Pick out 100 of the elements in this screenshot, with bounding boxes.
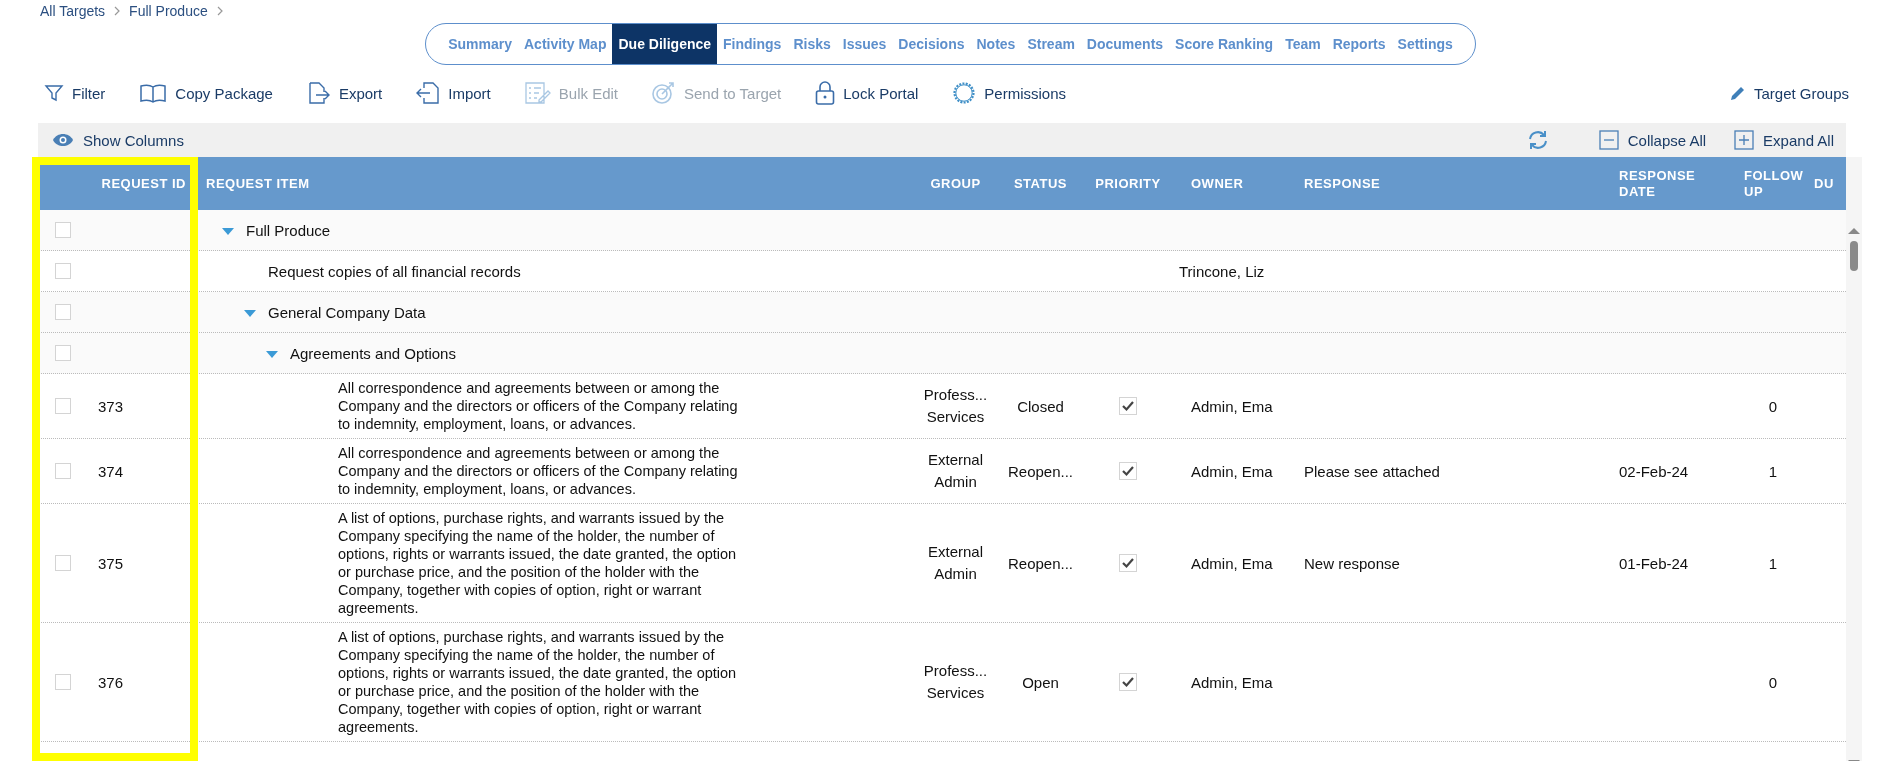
breadcrumb-link[interactable]: All Targets — [40, 3, 106, 19]
owner-text: Admin, Ema — [1191, 397, 1273, 415]
request-id: 375 — [98, 554, 124, 572]
nav-tab[interactable]: Decisions — [892, 24, 971, 64]
due-header[interactable]: DU — [1814, 175, 1840, 192]
toolbar-button[interactable]: Filter — [44, 83, 106, 103]
status-text: Closed — [1017, 397, 1064, 415]
scroll-up-icon[interactable] — [1848, 227, 1860, 235]
response-header[interactable]: RESPONSE — [1304, 175, 1607, 192]
nav-tab[interactable]: Settings — [1391, 24, 1459, 64]
nav-tab[interactable]: Reports — [1326, 24, 1392, 64]
toolbar-button[interactable]: Permissions — [952, 81, 1066, 105]
owner-text: Admin, Ema — [1191, 673, 1273, 691]
response-text: Please see attached — [1304, 462, 1440, 480]
group-text: Profess... Services — [922, 385, 989, 427]
import-icon — [416, 82, 441, 104]
caret-icon[interactable] — [244, 310, 256, 318]
request-item-text: A list of options, purchase rights, and warrants issued by the Company specifying the name of the holder, the number of options, rights or warrants issued, the date granted, the option or purchase price, and the position of the holder with the Company, together with copies of option, right or warrant agreements. — [337, 628, 738, 737]
row-checkbox[interactable] — [55, 304, 71, 320]
refresh-icon[interactable] — [1526, 130, 1549, 150]
export-icon — [306, 82, 331, 104]
follow-up-count: 0 — [1768, 397, 1778, 415]
caret-icon[interactable] — [266, 351, 278, 359]
breadcrumb-link[interactable]: Full Produce — [129, 3, 208, 19]
row-checkbox[interactable] — [55, 555, 71, 571]
collapse-all-button[interactable]: Collapse All — [1598, 130, 1707, 150]
row-checkbox[interactable] — [55, 263, 71, 279]
caret-icon[interactable] — [222, 228, 234, 236]
nav-tab[interactable]: Summary — [442, 24, 518, 64]
status-text: Open — [1022, 673, 1059, 691]
owner-text: Trincone, Liz — [1179, 262, 1265, 280]
request-id: 374 — [98, 462, 124, 480]
scroll-thumb[interactable] — [1850, 241, 1858, 271]
follow-up-count: 0 — [1768, 673, 1778, 691]
group-header[interactable]: GROUP — [919, 175, 992, 192]
nav-tab[interactable]: Notes — [970, 24, 1022, 64]
eye-icon — [52, 133, 74, 147]
group-text: Profess... Services — [922, 661, 989, 703]
status-text: Reopen... — [1007, 462, 1073, 480]
status-text: Reopen... — [1007, 554, 1073, 572]
minus-box-icon — [1598, 130, 1619, 150]
request-item-text: Full Produce — [246, 221, 331, 239]
owner-text: Admin, Ema — [1191, 554, 1273, 572]
request-item-text: All correspondence and agreements between or among the Company and the directors or officers of the Company relating to indemnity, employment, loans, or advances. — [337, 444, 739, 499]
book-icon — [139, 83, 168, 103]
response-date: 02-Feb-24 — [1619, 462, 1689, 480]
nav-tab[interactable]: Stream — [1021, 24, 1081, 64]
scrollbar[interactable] — [1846, 157, 1862, 761]
plus-box-icon — [1734, 130, 1755, 150]
target-icon — [652, 82, 676, 104]
owner-header[interactable]: OWNER — [1191, 175, 1292, 192]
gear-icon — [952, 81, 977, 105]
row-checkbox[interactable] — [55, 463, 71, 479]
show-columns-button[interactable]: Show Columns — [52, 131, 184, 149]
request-id-header[interactable]: REQUEST ID — [94, 175, 186, 192]
nav-tab[interactable]: Score Ranking — [1169, 24, 1280, 64]
toolbar-button[interactable]: Import — [416, 82, 491, 104]
priority-checkbox[interactable] — [1119, 462, 1137, 480]
response-text: New response — [1304, 554, 1400, 572]
nav-tab[interactable]: Activity Map — [518, 24, 613, 64]
lock-icon — [815, 81, 836, 105]
response-date: 01-Feb-24 — [1619, 554, 1689, 572]
priority-checkbox[interactable] — [1119, 554, 1137, 572]
request-item-text: General Company Data — [268, 303, 426, 321]
toolbar-button[interactable]: Lock Portal — [815, 81, 919, 105]
request-item-text: Request copies of all financial records — [268, 262, 521, 280]
nav-tab[interactable]: Documents — [1080, 24, 1170, 64]
chevron-icon — [113, 6, 122, 16]
request-id: 373 — [98, 397, 124, 415]
expand-all-button[interactable]: Expand All — [1734, 130, 1834, 150]
response-date-header[interactable]: RESPONSE DATE — [1619, 167, 1699, 200]
row-checkbox[interactable] — [55, 345, 71, 361]
row-checkbox[interactable] — [55, 398, 71, 414]
request-item-text: A list of options, purchase rights, and warrants issued by the Company specifying the name of the holder, the number of options, rights or warrants issued, the date granted, the option or purchase price, and the position of the holder with the Company, together with copies of option, right or warrant agreements. — [337, 509, 738, 618]
follow-up-count: 1 — [1768, 462, 1778, 480]
toolbar-button[interactable]: Copy Package — [139, 83, 273, 103]
toolbar-button[interactable]: Export — [306, 82, 383, 104]
follow-up-count: 1 — [1768, 554, 1778, 572]
nav-tab[interactable]: Findings — [717, 24, 788, 64]
group-text: External Admin — [927, 450, 984, 492]
follow-up-header[interactable]: FOLLOW UP — [1744, 167, 1804, 200]
nav-tab[interactable]: Due Diligence — [612, 24, 718, 64]
nav-tab[interactable]: Risks — [787, 24, 837, 64]
owner-text: Admin, Ema — [1191, 462, 1273, 480]
pencil-icon — [1729, 85, 1746, 101]
status-header[interactable]: STATUS — [1004, 175, 1077, 192]
priority-checkbox[interactable] — [1119, 673, 1137, 691]
row-checkbox[interactable] — [55, 674, 71, 690]
row-checkbox[interactable] — [55, 222, 71, 238]
filter-icon — [44, 83, 64, 103]
target-groups-button[interactable]: Target Groups — [1729, 84, 1849, 102]
priority-checkbox[interactable] — [1119, 397, 1137, 415]
request-item-header[interactable]: REQUEST ITEM — [206, 175, 907, 192]
checklist-icon — [524, 82, 551, 104]
request-item-text: All correspondence and agreements between or among the Company and the directors or officers of the Company relating to indemnity, employment, loans, or advances. — [337, 379, 739, 434]
group-text: External Admin — [927, 542, 984, 584]
nav-tab[interactable]: Issues — [836, 24, 893, 64]
priority-header[interactable]: PRIORITY — [1089, 175, 1167, 192]
nav-tab[interactable]: Team — [1279, 24, 1327, 64]
request-id: 376 — [98, 673, 124, 691]
